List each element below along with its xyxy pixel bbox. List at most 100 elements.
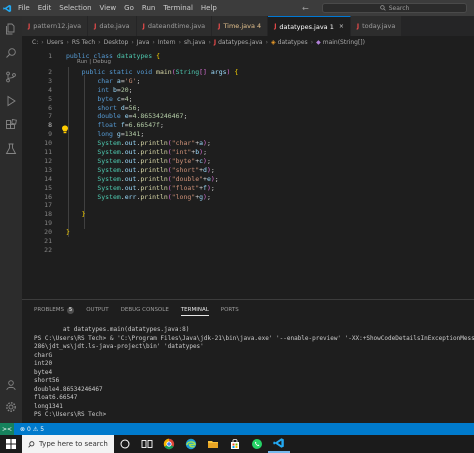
testing-icon[interactable] (4, 142, 18, 156)
java-file-icon: J (274, 23, 277, 30)
tab-time[interactable]: J Time.java 4 (212, 16, 269, 36)
terminal-line: 286\jdt_ws\jdt.ls-java-project\bin' 'dat… (34, 343, 204, 350)
command-center-search[interactable]: Search (322, 3, 467, 13)
windows-start-icon[interactable] (0, 435, 22, 453)
code-line: System.out.println("double"+e); (97, 174, 219, 183)
problems-status[interactable]: ⊗ 0 ⚠ 5 (20, 426, 44, 433)
line-number: 15 (44, 183, 52, 192)
breadcrumb-item[interactable]: datatypes (278, 39, 308, 46)
breadcrumb: C: › Users › RS Tech › Desktop › Java › Inter… (22, 36, 474, 49)
java-file-icon: J (218, 22, 221, 30)
chevron-right-icon: › (41, 39, 44, 46)
explorer-icon[interactable] (4, 22, 18, 36)
tab-label: datatypes.java 1 (279, 22, 334, 31)
menu-go[interactable]: Go (120, 0, 138, 16)
terminal-line: short56 (34, 377, 60, 384)
menu-edit[interactable]: Edit (34, 0, 56, 16)
whatsapp-icon[interactable] (246, 435, 268, 453)
chevron-right-icon: › (131, 39, 134, 46)
terminal-line: at datatypes.main(datatypes.java:8) (34, 326, 190, 333)
file-explorer-icon[interactable] (202, 435, 224, 453)
breadcrumb-item[interactable]: Users (47, 39, 64, 46)
search-icon (379, 5, 386, 11)
panel-tab-label: PROBLEMS (34, 307, 65, 313)
search-placeholder: Search (388, 4, 410, 12)
windows-taskbar: Type here to search (0, 435, 474, 453)
back-arrow-icon[interactable]: ← (302, 4, 309, 13)
chevron-right-icon: › (178, 39, 182, 46)
nav-arrows: ← (302, 0, 309, 16)
java-file-icon: J (28, 22, 31, 30)
line-number: 7 (48, 112, 52, 121)
menu-help[interactable]: Help (197, 0, 221, 16)
line-number: 14 (44, 174, 52, 183)
code-line: System.out.println("short"+d); (97, 165, 215, 174)
chevron-right-icon: › (265, 39, 269, 46)
tab-dateandtime[interactable]: J dateandtime.java (136, 16, 213, 36)
code-editor[interactable]: Run | Debug 1 public class datatypes {2 p… (22, 49, 474, 299)
tab-label: pattern12.java (33, 22, 82, 30)
line-number: 20 (44, 228, 52, 237)
breadcrumb-item[interactable]: Desktop (104, 39, 129, 46)
close-icon[interactable]: × (339, 23, 344, 30)
breadcrumb-item[interactable]: Intern (158, 39, 176, 46)
error-icon: ⊗ (20, 425, 26, 433)
chevron-right-icon: › (152, 39, 155, 46)
extensions-icon[interactable] (4, 118, 18, 132)
line-number: 22 (44, 245, 52, 254)
line-number: 10 (44, 139, 52, 148)
bottom-panel: PROBLEMS 5 OUTPUT DEBUG CONSOLE TERMINAL… (22, 299, 474, 423)
search-icon[interactable] (4, 46, 18, 60)
breadcrumb-item[interactable]: main(String[]) (323, 39, 365, 46)
menu-run[interactable]: Run (138, 0, 159, 16)
terminal-prompt[interactable]: PS C:\Users\RS Tech> (34, 411, 474, 420)
cortana-icon[interactable] (114, 435, 136, 453)
search-icon (28, 440, 35, 448)
breadcrumb-item[interactable]: C: (32, 39, 38, 46)
run-debug-icon[interactable] (4, 94, 18, 108)
account-icon[interactable] (4, 378, 18, 392)
breadcrumb-item[interactable]: RS Tech (72, 39, 95, 46)
problems-count-badge: 5 (67, 306, 75, 314)
line-number: 18 (44, 210, 52, 219)
panel-tab-label: TERMINAL (180, 306, 209, 313)
terminal-line: double4.86534246467 (34, 385, 103, 393)
terminal-line: byte4 (34, 368, 53, 376)
tab-output[interactable]: OUTPUT (86, 304, 108, 316)
breadcrumb-item[interactable]: datatypes.java (218, 39, 263, 46)
taskbar-search-box[interactable]: Type here to search (22, 435, 114, 453)
menu-view[interactable]: View (96, 0, 121, 16)
code-line: System.out.println("int"+b); (97, 148, 207, 156)
tab-date[interactable]: J date.java (88, 16, 137, 36)
remote-indicator[interactable]: >< (0, 423, 14, 435)
line-number: 19 (44, 219, 52, 228)
chrome-icon[interactable] (158, 435, 180, 453)
tab-terminal[interactable]: TERMINAL (180, 304, 209, 316)
tab-label: date.java (99, 22, 130, 30)
source-control-icon[interactable] (4, 70, 18, 84)
vscode-taskbar-icon[interactable] (268, 435, 290, 453)
terminal-output[interactable]: at datatypes.main(datatypes.java:8) PS C… (34, 326, 474, 420)
tab-label: Time.java 4 (223, 22, 262, 30)
chevron-right-icon: › (66, 39, 69, 46)
menu-selection[interactable]: Selection (55, 0, 95, 16)
java-file-icon: J (213, 39, 217, 46)
menu-file[interactable]: File (14, 0, 34, 16)
code-line: } (66, 228, 70, 237)
breadcrumb-item[interactable]: Java (137, 39, 150, 46)
menu-terminal[interactable]: Terminal (159, 0, 197, 16)
tab-pattern12[interactable]: J pattern12.java (22, 16, 89, 36)
tab-ports[interactable]: PORTS (221, 304, 239, 316)
gear-icon[interactable] (4, 400, 18, 414)
tab-today[interactable]: J today.java (350, 16, 403, 36)
line-number: 5 (48, 94, 52, 103)
tab-debug-console[interactable]: DEBUG CONSOLE (121, 304, 169, 316)
store-icon[interactable] (224, 435, 246, 453)
tab-datatypes[interactable]: J datatypes.java 1 × (268, 16, 351, 36)
task-view-icon[interactable] (136, 435, 158, 453)
line-number: 2 (48, 67, 52, 76)
breadcrumb-item[interactable]: sh.java (184, 39, 205, 46)
edge-icon[interactable] (180, 435, 202, 453)
line-number: 6 (48, 103, 52, 112)
tab-problems[interactable]: PROBLEMS 5 (34, 304, 75, 316)
